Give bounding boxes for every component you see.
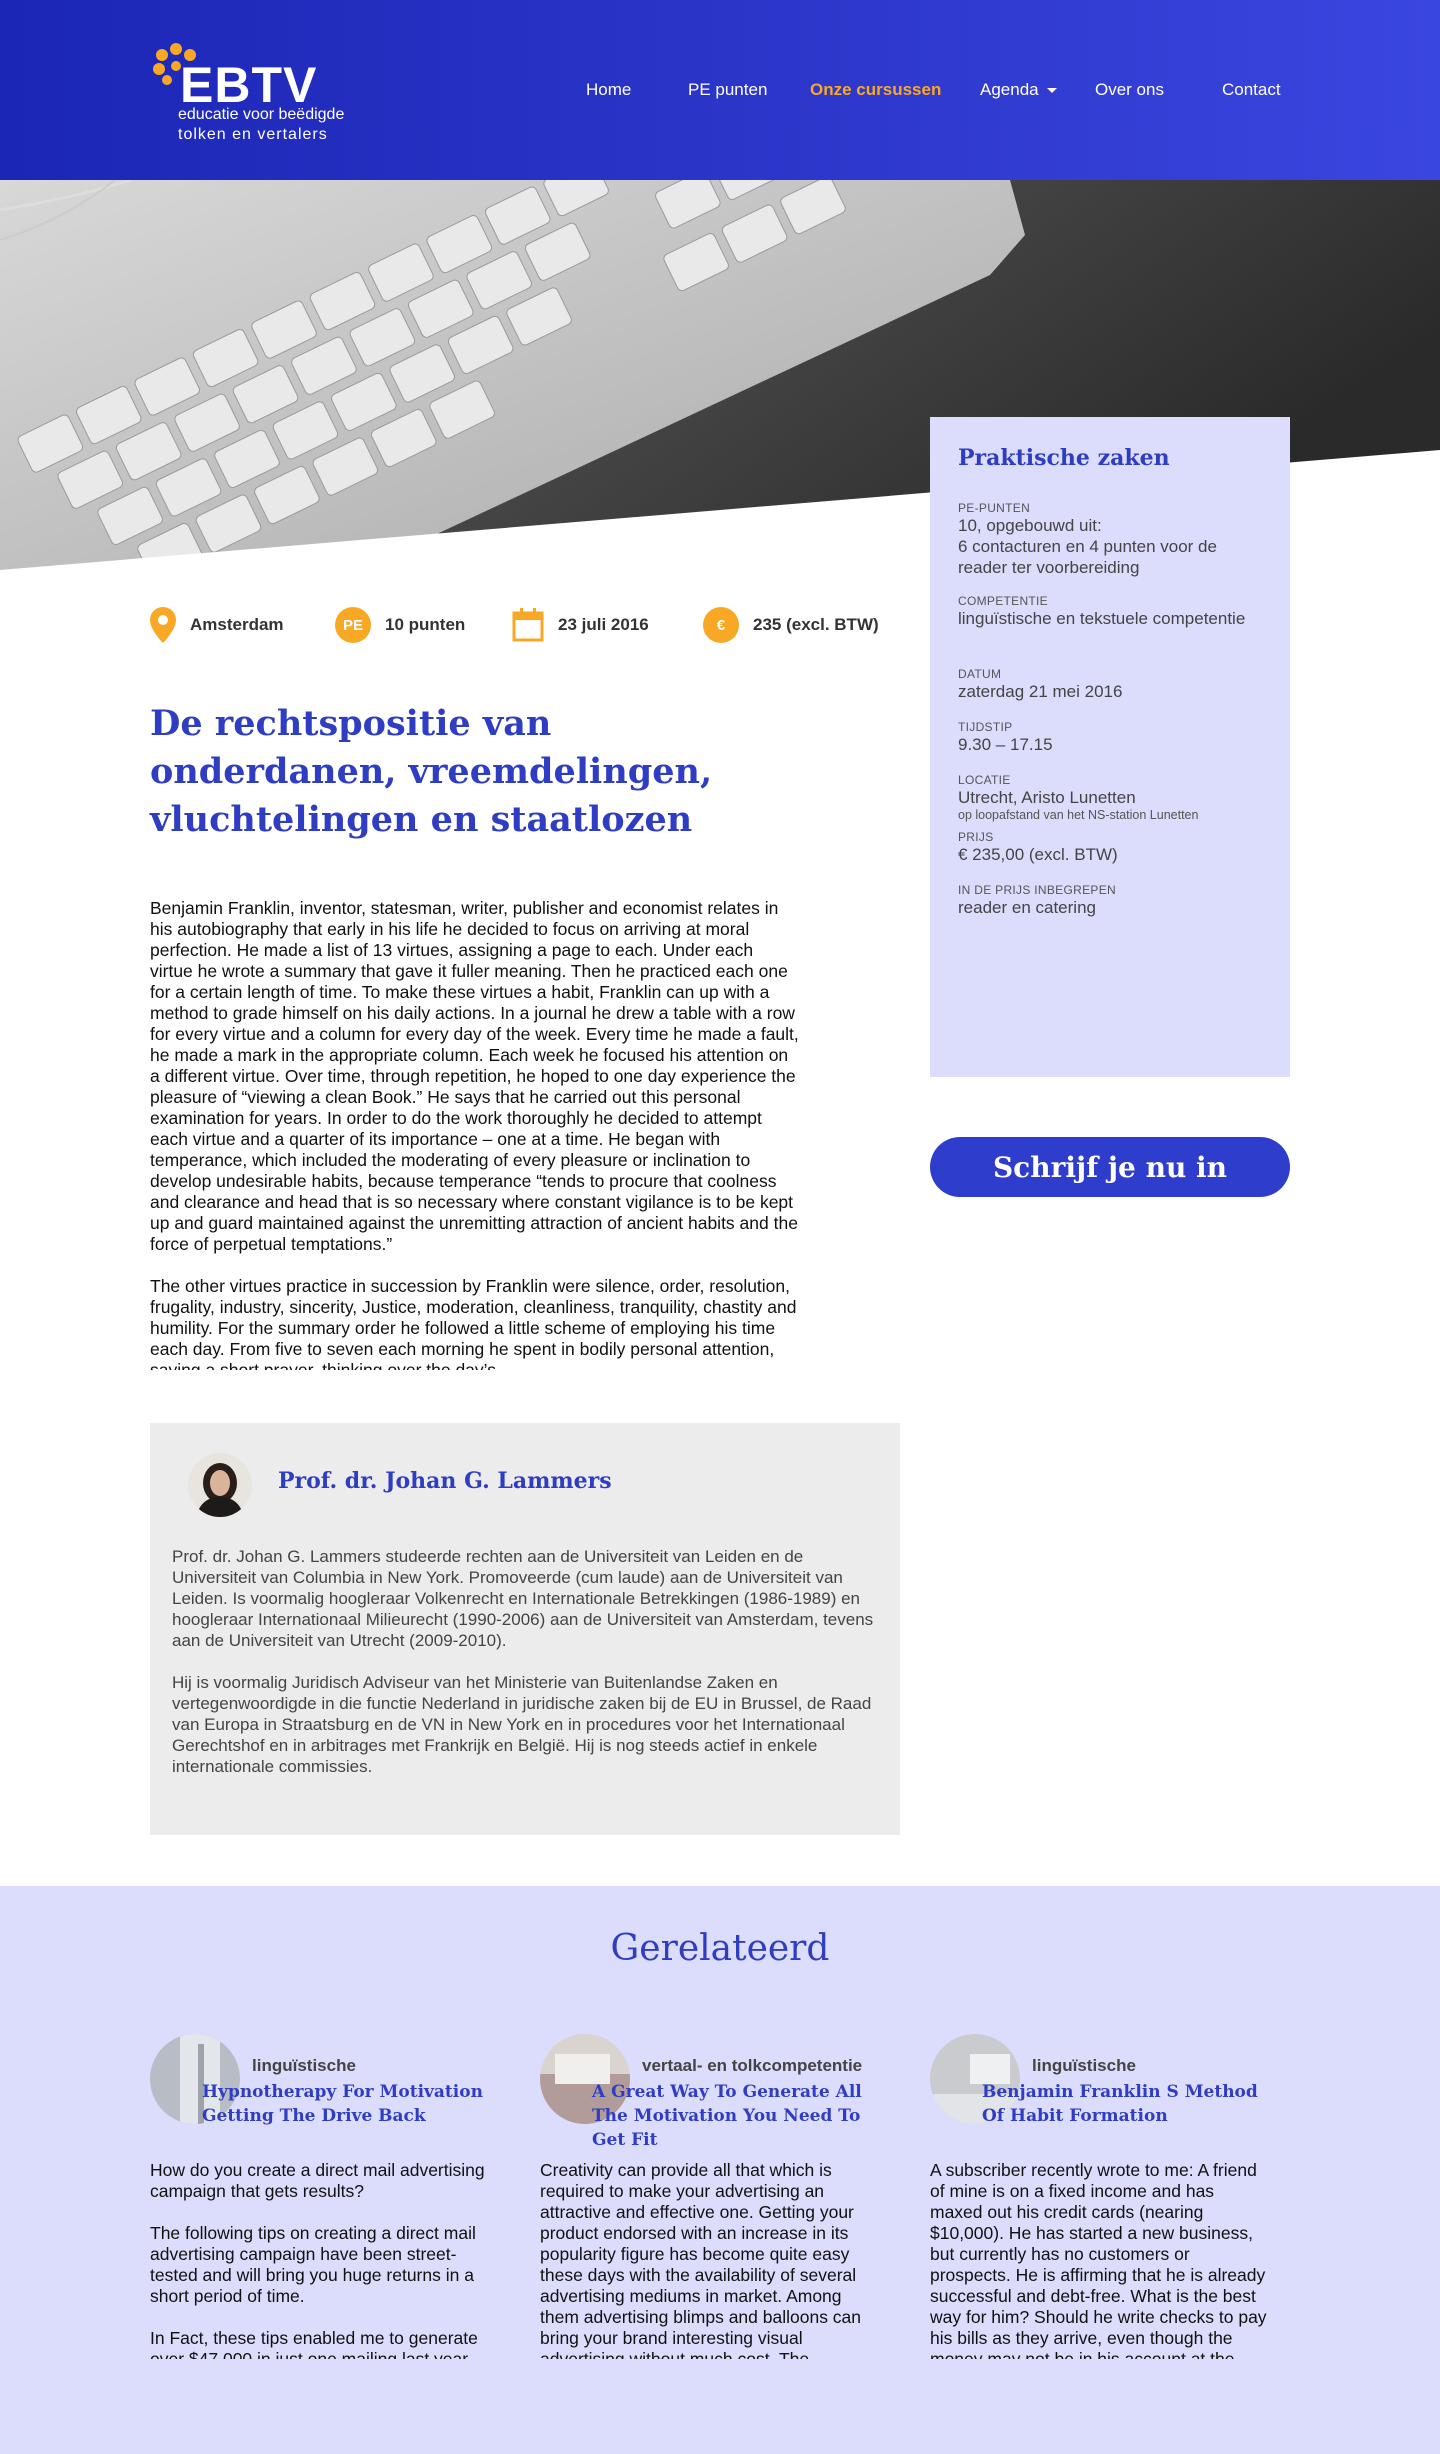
author-card: Prof. dr. Johan G. Lammers Prof. dr. Joh… [150,1423,900,1835]
card-excerpt: A subscriber recently wrote to me: A fri… [930,2160,1270,2359]
pe-points-label: PE-PUNTEN [958,501,1031,515]
chevron-down-icon [1046,88,1057,94]
excerpt-paragraph: A subscriber recently wrote to me: A fri… [930,2160,1267,2359]
avatar [188,1453,252,1517]
info-price: € 235 (excl. BTW) [703,605,879,645]
nav-onze-cursussen[interactable]: Onze cursussen [810,80,941,100]
points-text: 10 punten [385,615,466,634]
location-pin-icon [150,607,176,643]
price-label: PRIJS [958,830,994,844]
panel-title: Praktische zaken [958,445,1170,471]
competence-label: COMPETENTIE [958,594,1048,608]
time-value: 9.30 – 17.15 [958,735,1053,754]
nav-pe-punten[interactable]: PE punten [688,80,767,100]
location-text: Amsterdam [190,615,284,634]
info-location: Amsterdam [150,605,284,645]
description-paragraph: The other virtues practice in succession… [150,1276,797,1370]
practical-info-panel: Praktische zaken PE-PUNTEN 10, opgebouwd… [930,417,1290,1077]
logo-tagline: educatie voor beëdigde [178,106,345,123]
signup-button[interactable]: Schrijf je nu in [930,1137,1290,1197]
logo-tagline: tolken en vertalers [178,126,328,143]
excerpt-paragraph: The following tips on creating a direct … [150,2223,476,2306]
card-category: linguïstische [252,2056,356,2075]
related-card[interactable]: vertaal- en tolkcompetentie A Great Way … [540,2034,885,2359]
course-description: Benjamin Franklin, inventor, statesman, … [150,898,800,1370]
price-text: 235 (excl. BTW) [753,615,879,634]
nav-over-ons[interactable]: Over ons [1095,80,1164,100]
card-title[interactable]: Hypnotherapy For Motivation Getting The … [202,2080,495,2128]
pe-points-detail: 6 contacturen en 4 punten voor de reader… [958,537,1217,577]
location-label: LOCATIE [958,773,1011,787]
card-title[interactable]: A Great Way To Generate All The Motivati… [592,2080,885,2152]
main-nav: Home PE punten Onze cursussen Agenda Ove… [0,80,1440,102]
course-title: De rechtspositie van onderdanen, vreemde… [150,703,713,840]
card-title[interactable]: Benjamin Franklin S Method Of Habit Form… [982,2080,1275,2128]
related-card[interactable]: linguïstische Benjamin Franklin S Method… [930,2034,1275,2359]
info-date: 23 juli 2016 [512,605,649,645]
nav-agenda[interactable]: Agenda [980,80,1057,100]
info-points: PE 10 punten [335,605,465,645]
time-label: TIJDSTIP [958,720,1013,734]
site-header: EBTV educatie voor beëdigde tolken en ve… [0,0,1440,180]
excerpt-paragraph: In Fact, these tips enabled me to genera… [150,2328,478,2359]
card-category: linguïstische [1032,2056,1136,2075]
related-card[interactable]: linguïstische Hypnotherapy For Motivatio… [150,2034,495,2359]
nav-contact[interactable]: Contact [1222,80,1281,100]
included-label: IN DE PRIJS INBEGREPEN [958,883,1116,897]
related-title: Gerelateerd [610,1928,830,1969]
card-category: vertaal- en tolkcompetentie [642,2056,863,2075]
location-note: op loopafstand van het NS-station Lunett… [958,808,1199,822]
date-label: DATUM [958,667,1002,681]
author-bio: Prof. dr. Johan G. Lammers studeerde rec… [172,1546,877,1798]
nav-home[interactable]: Home [586,80,631,100]
calendar-icon [512,608,544,642]
pe-points-value: 10, opgebouwd uit: [958,516,1102,535]
course-info-row: Amsterdam PE 10 punten 23 juli 2016 € 23… [150,605,910,645]
excerpt-paragraph: How do you create a direct mail advertis… [150,2160,485,2201]
card-excerpt: How do you create a direct mail advertis… [150,2160,490,2359]
description-paragraph: Benjamin Franklin, inventor, statesman, … [150,898,799,1254]
card-excerpt: Creativity can provide all that which is… [540,2160,880,2359]
bio-paragraph: Hij is voormalig Juridisch Adviseur van … [172,1673,872,1776]
location-value: Utrecht, Aristo Lunetten [958,788,1136,807]
author-name: Prof. dr. Johan G. Lammers [278,1468,612,1494]
euro-icon: € [703,607,739,643]
date-value: zaterdag 21 mei 2016 [958,682,1123,701]
included-value: reader en catering [958,898,1096,917]
date-text: 23 juli 2016 [558,615,649,634]
excerpt-paragraph: Creativity can provide all that which is… [540,2160,862,2359]
competence-value: linguïstische en tekstuele competentie [958,609,1246,628]
pe-points-icon: PE [335,607,371,643]
author-photo [188,1453,252,1517]
bio-paragraph: Prof. dr. Johan G. Lammers studeerde rec… [172,1547,874,1650]
nav-agenda-label: Agenda [980,80,1039,99]
related-section: Gerelateerd linguïstische Hypnotherapy F… [0,1886,1440,2454]
price-value: € 235,00 (excl. BTW) [958,845,1118,864]
